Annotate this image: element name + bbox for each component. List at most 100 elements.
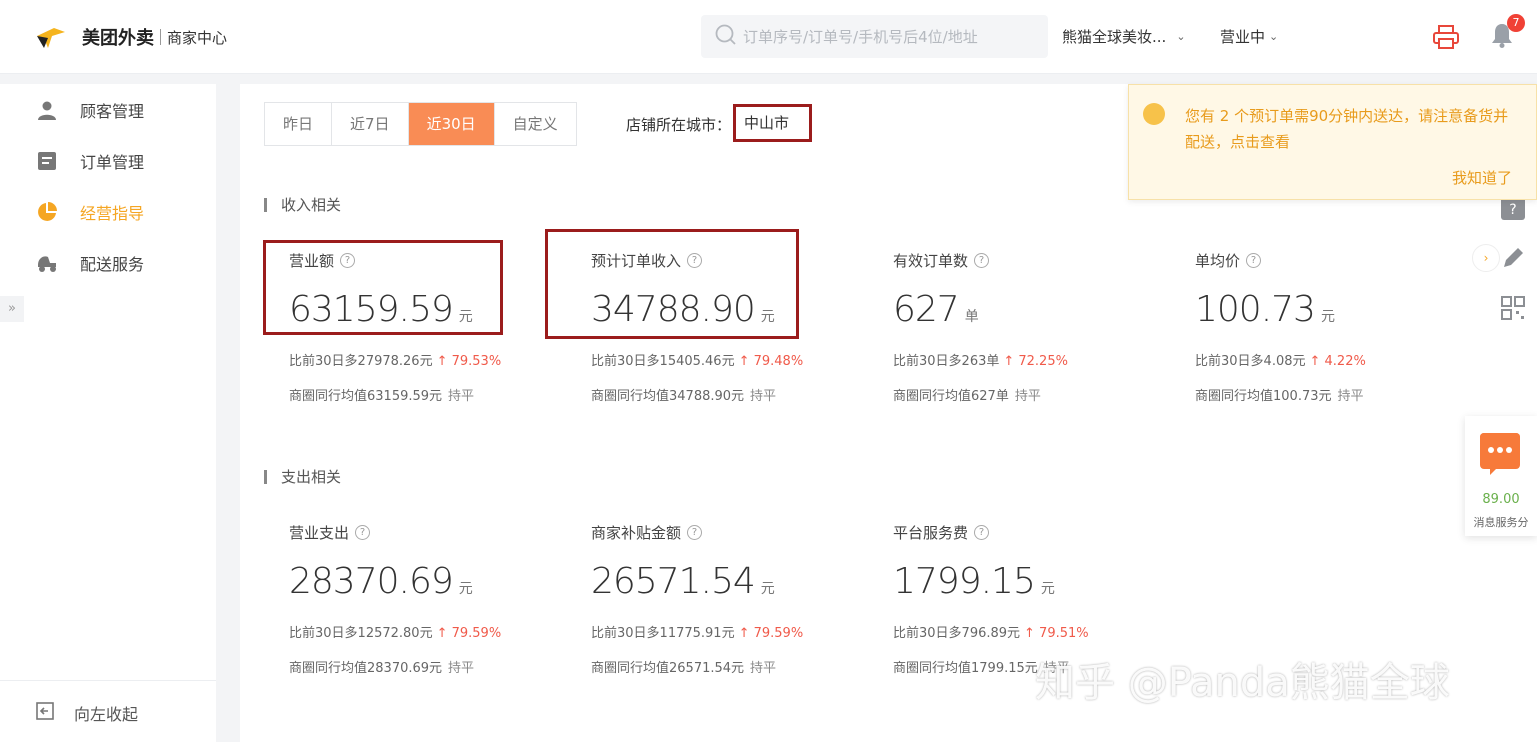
sidebar-item-business-guidance[interactable]: 经营指导 (36, 200, 144, 224)
sidebar-item-orders[interactable]: 订单管理 (36, 149, 144, 173)
metric-operating-expense: 营业支出 ? 28370.69 元 比前30日多12572.80元 ↑ 79.59… (289, 522, 579, 676)
metric-value-row: 1799.15 元 (893, 561, 1183, 602)
peer-average-text: 商圈同行均值1799.15元 (893, 661, 1038, 676)
sidebar-item-delivery[interactable]: 配送服务 (36, 251, 144, 275)
top-bar: 美团外卖 商家中心 熊猫全球美妆... ⌄ 营业中 ⌄ 7 (0, 0, 1537, 74)
metric-value-row: 627 单 (893, 289, 1183, 330)
metric-unit: 单 (964, 309, 979, 325)
metric-compare: 比前30日多11775.91元 ↑ 79.59% (591, 622, 881, 641)
kangaroo-logo-icon (34, 22, 68, 52)
metric-label-row: 营业额 ? (289, 250, 579, 271)
metric-value-row: 63159.59 元 (289, 289, 579, 330)
peer-average-text: 商圈同行均值63159.59元 (289, 389, 443, 404)
expense-section-title: 支出相关 (264, 466, 341, 487)
metric-label-row: 有效订单数 ? (893, 250, 1183, 271)
sidebar-footer: 向左收起 (0, 680, 216, 742)
metric-revenue: 营业额 ? 63159.59 元 比前30日多27978.26元 ↑ 79.53%… (289, 250, 579, 404)
help-icon[interactable]: ? (974, 253, 990, 268)
edit-icon[interactable] (1500, 245, 1526, 271)
business-status-selector[interactable]: 营业中 ⌄ (1220, 26, 1278, 47)
date-range-tabs: 昨日 近7日 近30日 自定义 (264, 102, 577, 146)
printer-icon[interactable] (1433, 25, 1459, 53)
compare-percent: ↑ 4.22% (1309, 354, 1366, 369)
compare-text: 比前30日多796.89元 (893, 626, 1021, 641)
peer-average-status: 持平 (448, 389, 475, 404)
metric-peer-average: 商圈同行均值63159.59元 持平 (289, 385, 579, 404)
peer-average-text: 商圈同行均值100.73元 (1195, 389, 1332, 404)
metric-label: 商家补贴金额 (591, 524, 682, 542)
help-icon[interactable]: ? (687, 253, 703, 268)
message-service-label: 消息服务分 (1473, 516, 1529, 529)
compare-text: 比前30日多11775.91元 (591, 626, 735, 641)
notice-dismiss-button[interactable]: 我知道了 (1452, 167, 1512, 188)
section-marker (264, 469, 267, 484)
compare-percent: ↑ 79.59% (436, 626, 502, 641)
peer-average-text: 商圈同行均值627单 (893, 389, 1009, 404)
notice-text[interactable]: 您有 2 个预订单需90分钟内送达，请注意备货并配送，点击查看 (1185, 103, 1515, 155)
metric-value: 100.73 (1195, 289, 1316, 330)
help-icon[interactable]: ? (687, 525, 703, 540)
metric-peer-average: 商圈同行均值28370.69元 持平 (289, 657, 579, 676)
users-icon (36, 99, 58, 121)
peer-average-text: 商圈同行均值26571.54元 (591, 661, 745, 676)
compare-text: 比前30日多4.08元 (1195, 354, 1306, 369)
peer-average-text: 商圈同行均值28370.69元 (289, 661, 443, 676)
help-icon[interactable]: ? (340, 253, 356, 268)
metric-compare: 比前30日多263单 ↑ 72.25% (893, 350, 1183, 369)
store-city-label: 店铺所在城市： (626, 116, 732, 134)
shop-selector[interactable]: 熊猫全球美妆... ⌄ (1062, 26, 1186, 47)
metric-unit: 元 (760, 581, 775, 597)
help-icon[interactable]: ? (1246, 253, 1262, 268)
message-service-widget[interactable]: 89.00 消息服务分 (1465, 416, 1537, 536)
metric-value: 34788.90 (591, 289, 756, 330)
metric-compare: 比前30日多4.08元 ↑ 4.22% (1195, 350, 1485, 369)
peer-average-status: 持平 (1014, 389, 1041, 404)
brand-logo[interactable]: 美团外卖 商家中心 (34, 22, 227, 52)
compare-percent: ↑ 79.51% (1024, 626, 1089, 641)
metric-value-row: 26571.54 元 (591, 561, 881, 602)
tab-yesterday[interactable]: 昨日 (265, 103, 333, 145)
chevron-down-icon: ⌄ (1176, 30, 1186, 43)
metric-value: 63159.59 (289, 289, 454, 330)
sidebar-item-label: 经营指导 (80, 204, 145, 223)
metric-merchant-subsidy: 商家补贴金额 ? 26571.54 元 比前30日多11775.91元 ↑ 79.… (591, 522, 881, 676)
metric-compare: 比前30日多15405.46元 ↑ 79.48% (591, 350, 881, 369)
compare-percent: ↑ 79.53% (436, 354, 502, 369)
compare-text: 比前30日多12572.80元 (289, 626, 433, 641)
order-search (701, 15, 1048, 58)
compare-text: 比前30日多15405.46元 (591, 354, 735, 369)
metric-label: 营业支出 (289, 524, 350, 542)
compare-percent: ↑ 79.48% (738, 354, 804, 369)
metric-expected-order-income: 预计订单收入 ? 34788.90 元 比前30日多15405.46元 ↑ 79.… (591, 250, 881, 404)
help-icon[interactable]: ? (355, 525, 371, 540)
search-input[interactable] (743, 27, 1033, 46)
sidebar-item-label: 配送服务 (80, 255, 145, 274)
metric-peer-average: 商圈同行均值100.73元 持平 (1195, 385, 1485, 404)
shop-name: 熊猫全球美妆... (1062, 28, 1167, 46)
tab-custom[interactable]: 自定义 (495, 103, 576, 145)
peer-average-status: 持平 (750, 661, 777, 676)
tab-last-30-days[interactable]: 近30日 (408, 103, 495, 145)
metric-label-row: 营业支出 ? (289, 522, 579, 543)
qr-code-icon[interactable] (1500, 295, 1526, 321)
tab-last-7-days[interactable]: 近7日 (332, 103, 409, 145)
compare-text: 比前30日多27978.26元 (289, 354, 433, 369)
peer-average-status: 持平 (448, 661, 475, 676)
store-city-value: 中山市 (733, 104, 812, 142)
income-section-title: 收入相关 (264, 194, 341, 215)
metric-unit: 元 (1040, 581, 1055, 597)
section-title-text: 收入相关 (281, 196, 342, 214)
preorder-notice[interactable]: 您有 2 个预订单需90分钟内送达，请注意备货并配送，点击查看 我知道了 (1128, 84, 1537, 200)
sidebar: 顾客管理 订单管理 经营指导 配送服务 (0, 84, 216, 742)
metric-label: 预计订单收入 (591, 252, 682, 270)
chevron-right-icon[interactable]: › (1472, 244, 1500, 272)
compare-percent: ↑ 72.25% (1003, 354, 1068, 369)
collapse-left-button[interactable]: 向左收起 (36, 701, 138, 725)
help-icon[interactable]: ? (974, 525, 990, 540)
metric-label-row: 预计订单收入 ? (591, 250, 881, 271)
sidebar-item-customers[interactable]: 顾客管理 (36, 98, 144, 122)
brand-subtitle: 商家中心 (167, 28, 228, 47)
megaphone-icon (1143, 103, 1165, 125)
expand-sidebar-icon[interactable]: » (0, 296, 24, 322)
collapse-left-icon (36, 702, 54, 724)
